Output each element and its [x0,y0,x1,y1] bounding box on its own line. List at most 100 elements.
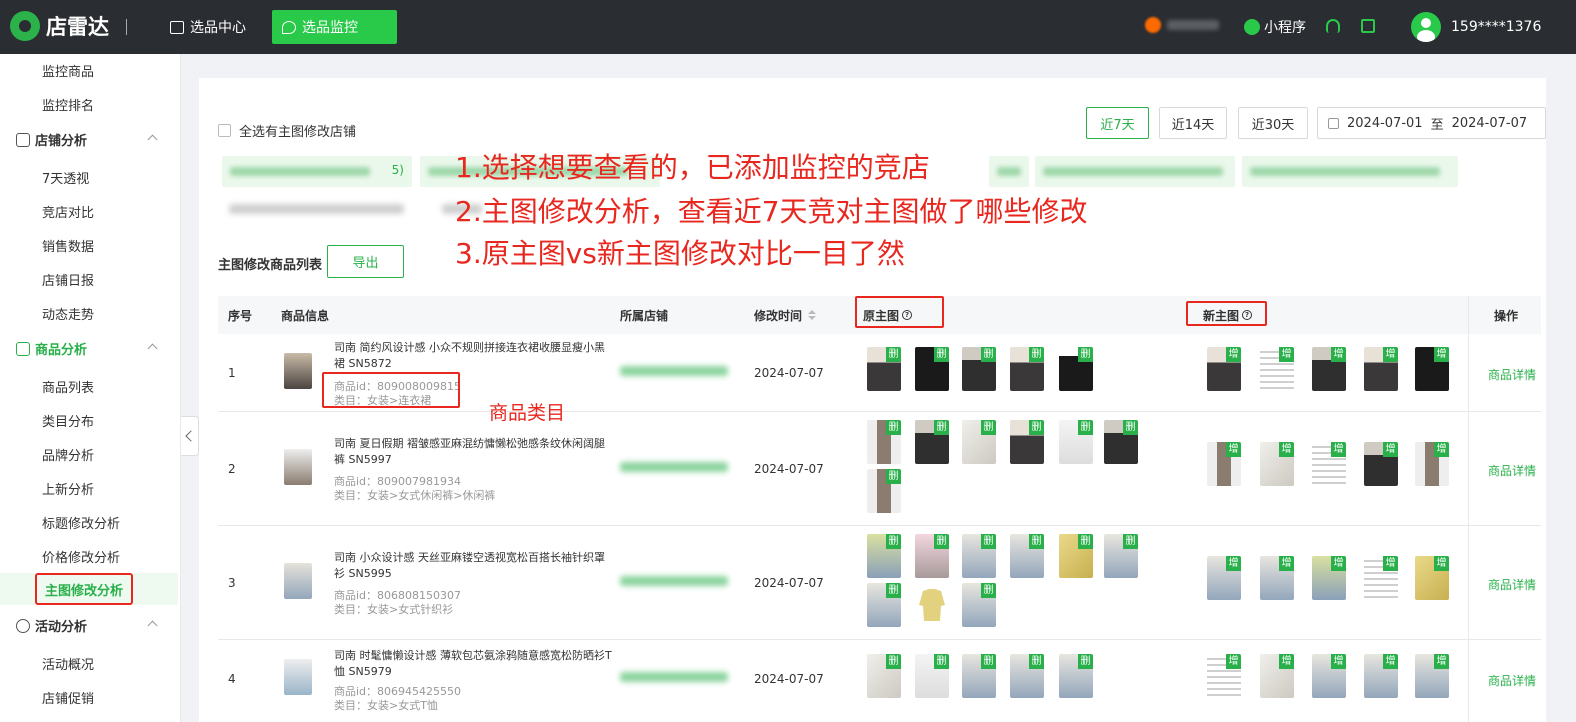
date-7d-button[interactable]: 近7天 [1086,107,1149,139]
store-chip[interactable] [989,156,1029,187]
original-image[interactable]: 删 [867,420,901,464]
sidebar-item-store-promo[interactable]: 店铺促销 [42,688,94,707]
original-image[interactable]: 删 [962,420,996,464]
original-image[interactable]: 删 [915,534,949,578]
original-image[interactable]: 删 [915,347,949,391]
original-image[interactable]: 删 [1010,347,1044,391]
product-detail-link[interactable]: 商品详情 [1483,576,1541,593]
new-image[interactable]: 增 [1207,347,1241,391]
new-image[interactable]: 增 [1260,654,1294,698]
new-image[interactable]: 增 [1312,556,1346,600]
new-image[interactable]: 增 [1260,556,1294,600]
new-image[interactable]: 增 [1364,654,1398,698]
product-detail-link[interactable]: 商品详情 [1483,462,1541,479]
new-image[interactable]: 增 [1415,556,1449,600]
sidebar-collapse-button[interactable] [181,416,199,456]
product-name[interactable]: 司南 时髦慵懒设计感 薄软包芯氨涂鸦随意感宽松防晒衫T恤 SN5979 [334,648,614,680]
original-image[interactable]: 删 [867,469,901,513]
sidebar-item-title-change[interactable]: 标题修改分析 [42,513,120,532]
new-image[interactable]: 增 [1312,442,1346,486]
original-image[interactable]: 删 [867,654,901,698]
select-all-checkbox[interactable]: 全选有主图修改店铺 [218,121,356,140]
product-detail-link[interactable]: 商品详情 [1483,366,1541,383]
original-image[interactable]: 删 [1010,420,1044,464]
sidebar-item-product-list[interactable]: 商品列表 [42,377,94,396]
new-image[interactable]: 增 [1364,442,1398,486]
original-image[interactable]: 删 [1104,534,1138,578]
new-image[interactable]: 增 [1415,347,1449,391]
original-image[interactable]: 删 [1010,534,1044,578]
date-14d-button[interactable]: 近14天 [1159,107,1227,139]
chevron-up-icon[interactable] [147,134,158,145]
chevron-up-icon[interactable] [147,343,158,354]
brand-logo[interactable]: 店雷达 [10,11,109,41]
original-image[interactable] [915,583,949,627]
original-image[interactable]: 删 [1059,347,1093,391]
original-image[interactable]: 删 [962,347,996,391]
sidebar-item-new[interactable]: 上新分析 [42,479,94,498]
store-name[interactable] [620,462,728,472]
date-range-picker[interactable]: 2024-07-01 至 2024-07-07 [1317,107,1546,139]
store-name[interactable] [620,366,728,376]
sidebar-item-monitor-products[interactable]: 监控商品 [42,61,94,80]
store-chip[interactable] [1242,156,1458,187]
sidebar-item-7day[interactable]: 7天透视 [42,168,89,187]
product-thumbnail[interactable] [284,659,312,695]
original-image[interactable]: 删 [867,583,901,627]
new-image[interactable]: 增 [1207,654,1241,698]
sidebar-item-activity-overview[interactable]: 活动概况 [42,654,94,673]
original-image[interactable]: 删 [915,654,949,698]
new-image[interactable]: 增 [1364,556,1398,600]
new-image[interactable]: 增 [1312,654,1346,698]
new-image[interactable]: 增 [1415,442,1449,486]
product-thumbnail[interactable] [284,449,312,485]
product-thumbnail[interactable] [284,563,312,599]
sidebar-item-trend[interactable]: 动态走势 [42,304,94,323]
chevron-up-icon[interactable] [147,620,158,631]
sidebar-item-price-change[interactable]: 价格修改分析 [42,547,120,566]
sidebar-item-brand[interactable]: 品牌分析 [42,445,94,464]
new-image[interactable]: 增 [1364,347,1398,391]
product-name[interactable]: 司南 简约风设计感 小众不规则拼接连衣裙收腰显瘦小黑裙 SN5872 [334,340,614,372]
blurred-store-name[interactable] [229,204,404,214]
new-image[interactable]: 增 [1260,442,1294,486]
original-image[interactable]: 删 [962,654,996,698]
original-image[interactable]: 删 [962,583,996,627]
original-image[interactable]: 删 [1104,420,1138,464]
mini-program-link[interactable]: 小程序 [1244,17,1306,37]
nav-product-monitor[interactable]: 选品监控 [272,10,397,44]
sidebar-item-compare[interactable]: 竞店对比 [42,202,94,221]
store-chip[interactable] [1035,156,1235,187]
new-image[interactable]: 增 [1312,347,1346,391]
sidebar-item-category[interactable]: 类目分布 [42,411,94,430]
original-image[interactable]: 删 [915,420,949,464]
original-image[interactable]: 删 [1059,420,1093,464]
sidebar-item-daily[interactable]: 店铺日报 [42,270,94,289]
sidebar-item-monitor-rank[interactable]: 监控排名 [42,95,94,114]
new-image[interactable]: 增 [1260,347,1294,391]
original-image[interactable]: 删 [962,534,996,578]
export-button[interactable]: 导出 [327,245,404,278]
product-thumbnail[interactable] [284,353,312,389]
nav-product-center[interactable]: 选品中心 [160,10,256,44]
headset-icon[interactable] [1326,19,1340,33]
sidebar-item-image-change[interactable]: 主图修改分析 [35,573,133,605]
original-image[interactable]: 删 [1010,654,1044,698]
new-image[interactable]: 增 [1415,654,1449,698]
new-image[interactable]: 增 [1207,556,1241,600]
col-modified-time[interactable]: 修改时间 [754,296,817,334]
store-name[interactable] [620,672,728,682]
user-menu[interactable]: 159****1376 [1411,12,1541,42]
sidebar-group-activity-analysis[interactable]: 活动分析 [16,616,87,635]
sidebar-item-sales[interactable]: 销售数据 [42,236,94,255]
store-chip[interactable]: 5) [222,156,412,187]
original-image[interactable]: 删 [1059,654,1093,698]
original-image[interactable]: 删 [1059,534,1093,578]
new-image[interactable]: 增 [1207,442,1241,486]
original-image[interactable]: 删 [867,347,901,391]
sidebar-group-store-analysis[interactable]: 店铺分析 [16,130,87,149]
sidebar-group-product-analysis[interactable]: 商品分析 [16,339,87,358]
product-detail-link[interactable]: 商品详情 [1483,672,1541,689]
original-image[interactable]: 删 [867,534,901,578]
feedback-icon[interactable] [1361,19,1375,33]
